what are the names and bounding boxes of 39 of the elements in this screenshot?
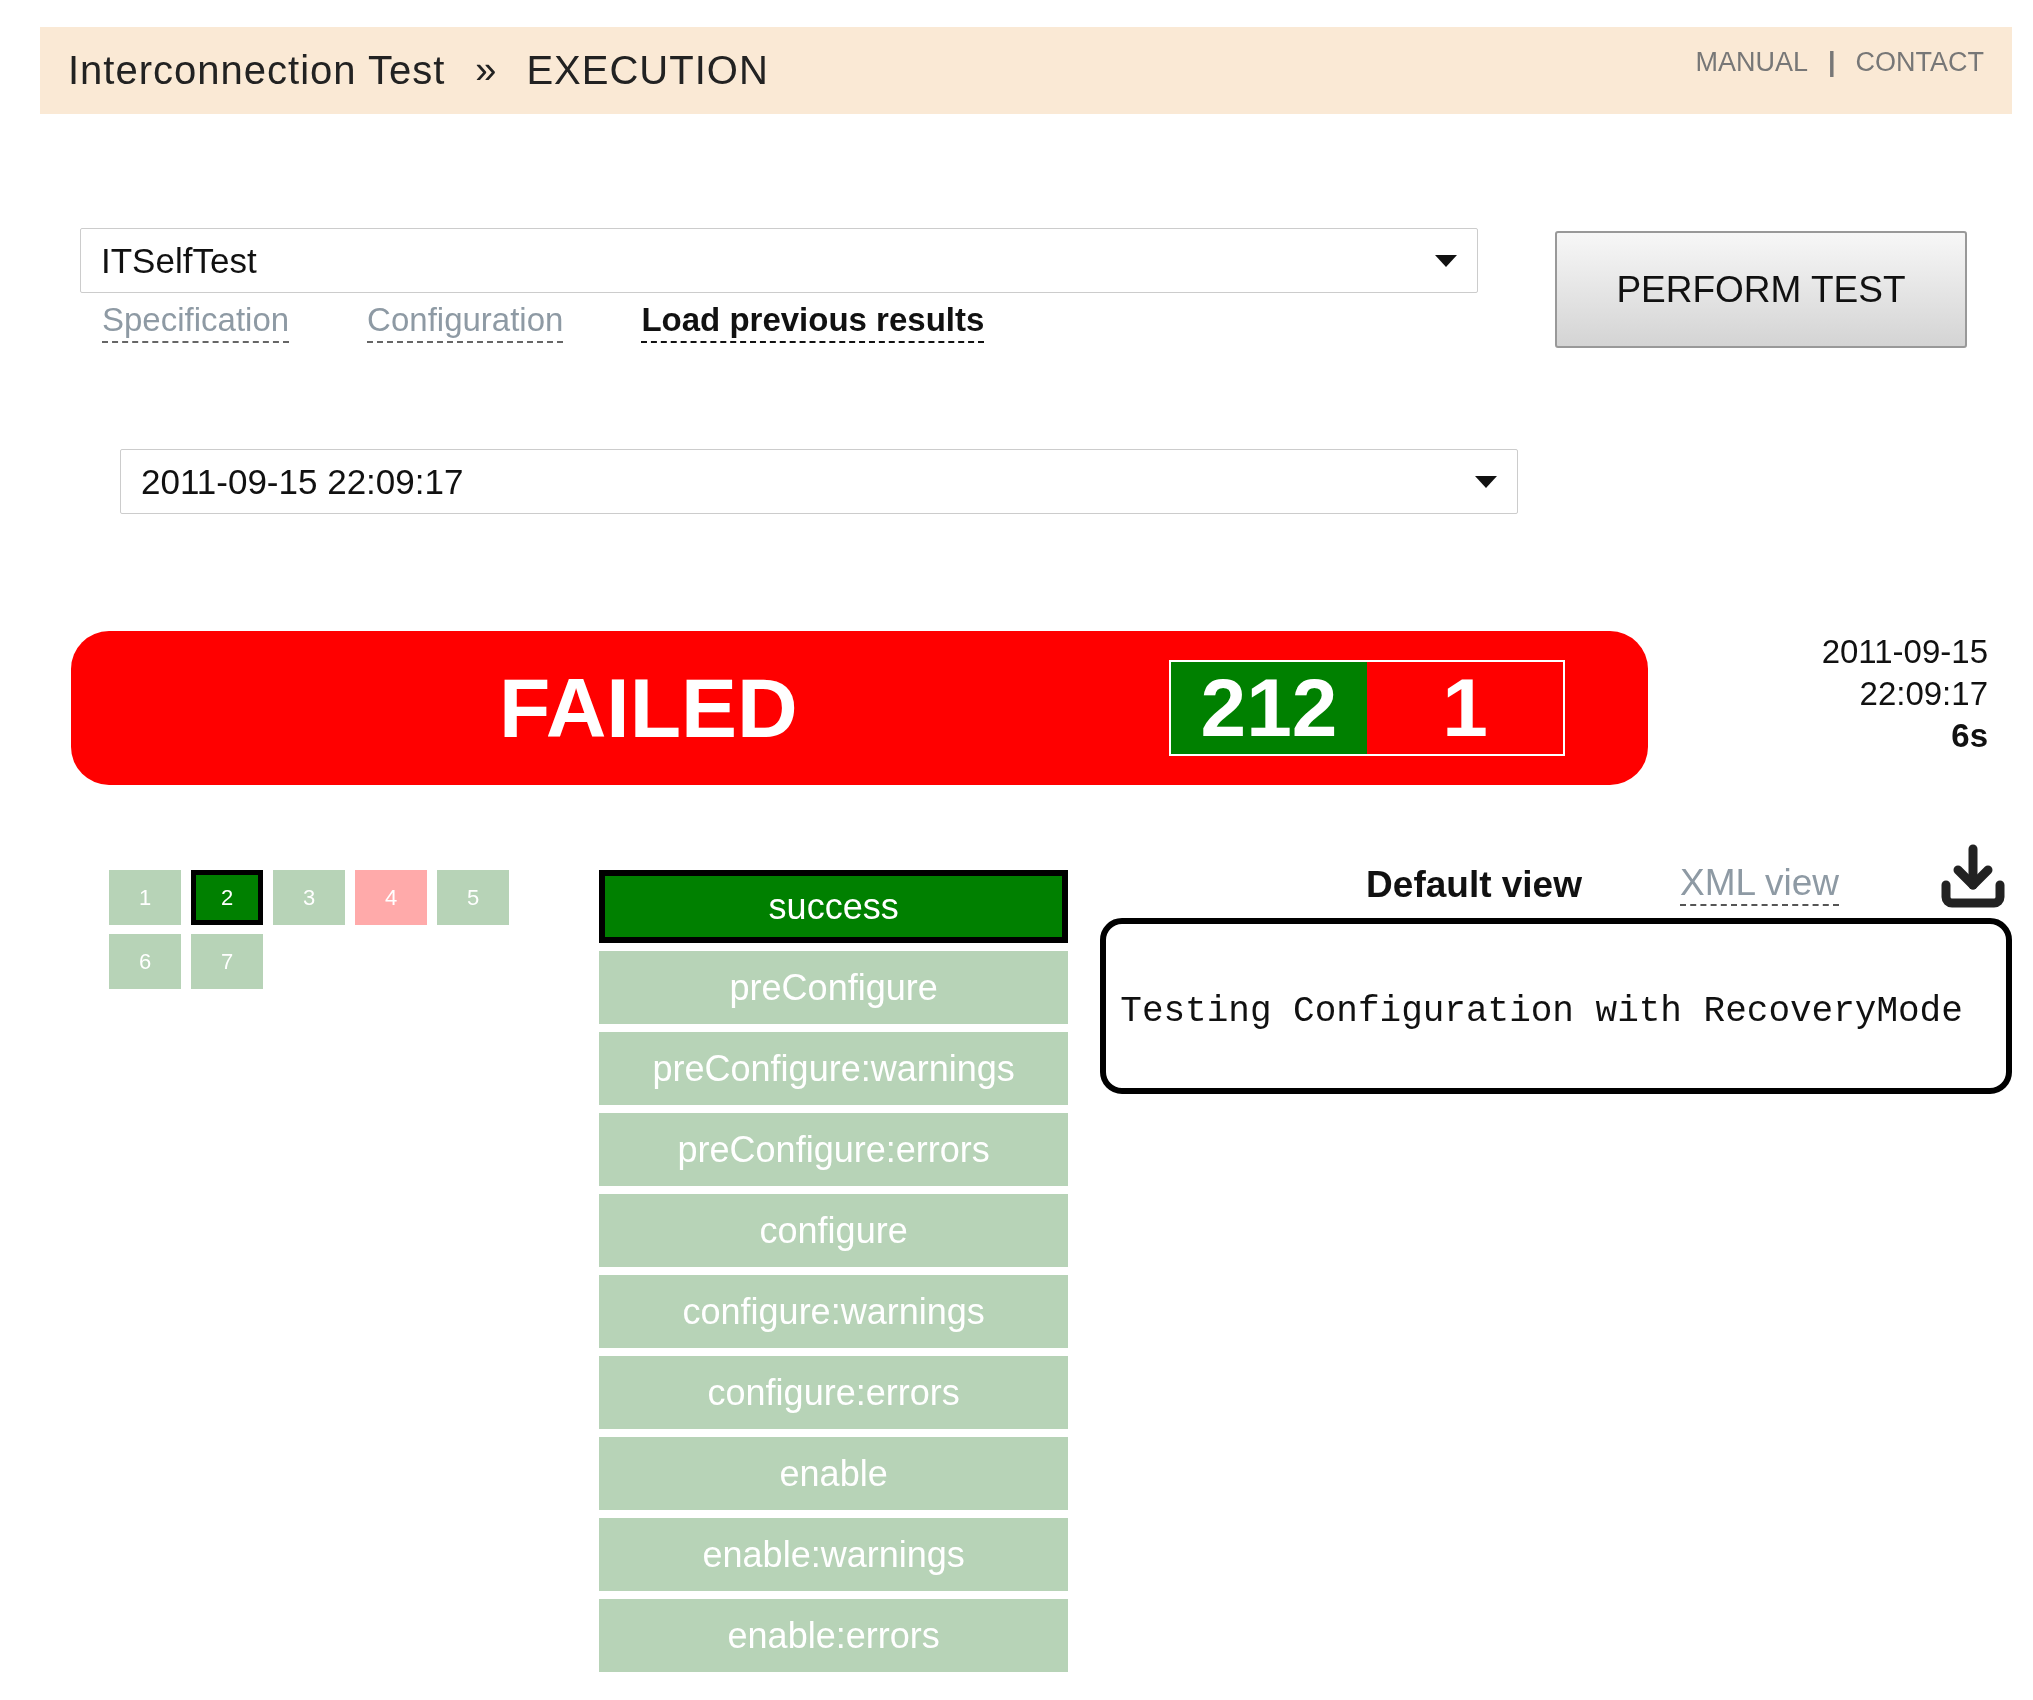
page-button[interactable]: 4: [355, 870, 427, 925]
app-title: Interconnection Test: [68, 48, 446, 93]
page-title: EXECUTION: [526, 48, 769, 93]
page-button[interactable]: 1: [109, 870, 181, 925]
step-item[interactable]: preConfigure: [599, 951, 1069, 1024]
tab[interactable]: Configuration: [367, 301, 564, 343]
step-item[interactable]: success: [599, 870, 1069, 943]
run-date: 2011-09-15: [1821, 632, 1988, 672]
dropdown-field[interactable]: ITSelfTest: [80, 228, 1478, 293]
dropdown-field[interactable]: 2011-09-15 22:09:17: [120, 449, 1518, 514]
caret-icon: [1435, 254, 1457, 267]
step-item[interactable]: enable:errors: [599, 1599, 1069, 1672]
caret-icon: [1475, 475, 1497, 488]
page-button[interactable]: 5: [437, 870, 509, 925]
view-tab[interactable]: XML view: [1680, 862, 1839, 906]
page-button[interactable]: 2: [191, 870, 263, 925]
page-button[interactable]: 3: [273, 870, 345, 925]
link-separator: |: [1827, 47, 1836, 78]
passed-count: 212: [1171, 662, 1367, 754]
step-item[interactable]: preConfigure:warnings: [599, 1032, 1069, 1105]
step-item[interactable]: preConfigure:errors: [599, 1113, 1069, 1186]
step-item[interactable]: configure:warnings: [599, 1275, 1069, 1348]
breadcrumb-separator: »: [475, 49, 497, 92]
run-time: 22:09:17: [1859, 674, 1988, 714]
perform-test-button[interactable]: PERFORM TEST: [1555, 231, 1967, 348]
step-item[interactable]: configure: [599, 1194, 1069, 1267]
view-tab[interactable]: Default view: [1366, 864, 1582, 906]
tab[interactable]: Load previous results: [641, 301, 985, 343]
header-link[interactable]: CONTACT: [1855, 47, 1984, 78]
status-label: FAILED: [499, 659, 799, 757]
step-item[interactable]: configure:errors: [599, 1356, 1069, 1429]
page-button[interactable]: 6: [109, 934, 181, 989]
tab[interactable]: Specification: [102, 301, 290, 343]
output-text: Testing Configuration with RecoveryMode: [1120, 990, 1963, 1032]
step-item[interactable]: enable:warnings: [599, 1518, 1069, 1591]
header-link[interactable]: MANUAL: [1695, 47, 1808, 78]
step-item[interactable]: enable: [599, 1437, 1069, 1510]
page-button[interactable]: 7: [191, 934, 263, 989]
run-duration: 6s: [1951, 716, 1988, 756]
